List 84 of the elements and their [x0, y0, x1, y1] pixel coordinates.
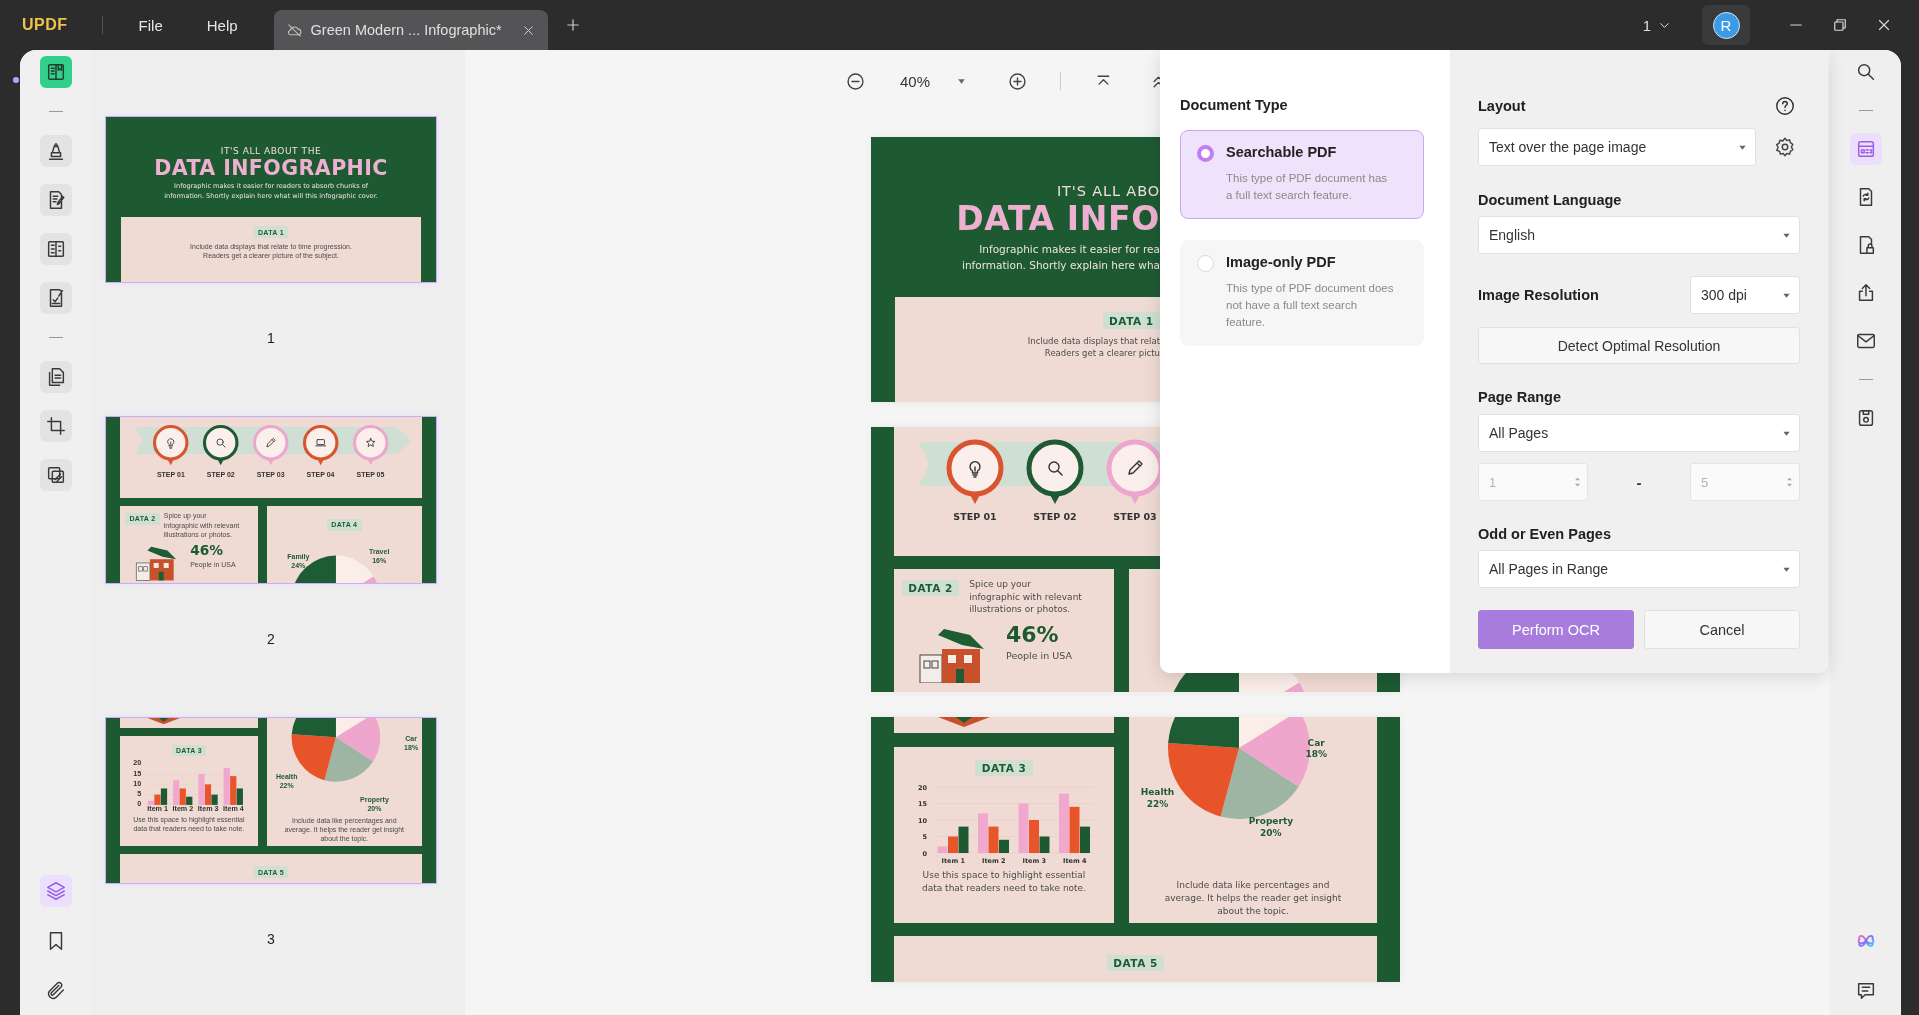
search-icon — [216, 438, 226, 448]
dropdown-field[interactable]: Text over the page image — [1478, 128, 1756, 166]
stat-value: 46% — [1006, 623, 1060, 648]
section-label: Document Type — [1180, 96, 1289, 114]
pie-label: Health 22% — [1140, 787, 1175, 811]
tool-button[interactable] — [40, 56, 72, 88]
stacked-pages-icon — [45, 464, 67, 486]
help-icon[interactable] — [1774, 95, 1796, 117]
step-label: STEP 02 — [1033, 510, 1077, 522]
section-tag: DATA 5 — [1106, 955, 1165, 972]
pdf-page[interactable] — [105, 117, 437, 283]
stat-label: People in USA — [1006, 650, 1072, 661]
range-separator: - — [1636, 473, 1642, 491]
option-description: This type of PDF document does not have a full text search feature. — [1226, 281, 1394, 330]
page-title: DATA INFOGRAPHIC — [154, 157, 388, 180]
restore-icon[interactable] — [1831, 16, 1849, 34]
bulb-icon — [167, 438, 175, 449]
layers-icon — [45, 880, 67, 902]
tool-button[interactable] — [40, 233, 72, 265]
tool-button[interactable] — [40, 361, 72, 393]
field-label: Layout — [1478, 97, 1526, 115]
option-title: Searchable PDF — [1226, 144, 1338, 160]
field-label: Page Range — [1478, 388, 1562, 406]
status-dot — [13, 77, 19, 83]
cancel-button[interactable]: Cancel — [1644, 610, 1800, 649]
zoom-in-icon[interactable] — [1007, 70, 1029, 92]
document-tab[interactable]: Green Modern ... Infographic* — [273, 10, 548, 50]
section-tag: DATA 1 — [1102, 312, 1160, 329]
document-type-option[interactable]: Searchable PDF This type of PDF document has a full text search feature. — [1180, 130, 1424, 219]
window-count[interactable]: 1 — [1642, 16, 1672, 34]
pencil-icon — [266, 438, 276, 448]
page-title: DATA INFO — [956, 202, 1160, 237]
pie-label: Property 20% — [1248, 816, 1294, 840]
section-text: Use this space to highlight essential data that readers need to take note. — [921, 868, 1086, 895]
option-title: Image-only PDF — [1226, 254, 1337, 270]
section-text: Include data like percentages and average. It helps the reader get insight about the topic. — [1164, 878, 1342, 918]
field-label: Image Resolution — [1478, 286, 1599, 304]
pie-label: Car 18% — [1305, 737, 1327, 762]
page-kicker: IT'S ALL ABOUT THE — [220, 145, 322, 157]
search-icon — [1048, 461, 1063, 476]
page-intro: Infographic makes it easier for rea information. Shortly explain here wha — [962, 241, 1160, 273]
app-logo: UPDF — [22, 16, 68, 34]
tool-button[interactable] — [40, 410, 72, 442]
zoom-out-icon[interactable] — [845, 70, 866, 92]
settings-icon[interactable] — [1774, 136, 1796, 158]
dropdown-field[interactable]: English — [1478, 216, 1800, 254]
dropdown-field[interactable]: 300 dpi — [1690, 276, 1800, 314]
pdf-page[interactable] — [105, 717, 437, 884]
page-number: 1 — [267, 330, 275, 347]
tool-button[interactable] — [40, 135, 72, 167]
pencil-icon — [1128, 460, 1143, 475]
tool-button[interactable] — [40, 282, 72, 314]
radio-button[interactable] — [1197, 145, 1214, 162]
detect-resolution-button[interactable]: Detect Optimal Resolution — [1478, 327, 1800, 364]
crop-icon — [45, 415, 67, 437]
page-number: 2 — [267, 630, 275, 647]
menu-item[interactable]: Help — [206, 16, 238, 34]
field-label: Odd or Even Pages — [1478, 525, 1612, 543]
section-text: Spice up your infographic with relevant illustrations or photos. — [969, 578, 1082, 616]
reader-icon — [45, 61, 67, 83]
tool-button[interactable] — [40, 459, 72, 491]
star-icon — [365, 438, 376, 448]
tab-title: Green Modern ... Infographic* — [310, 22, 503, 38]
laptop-icon — [315, 439, 326, 447]
bulb-icon — [969, 461, 981, 478]
section-tag: DATA 2 — [902, 580, 960, 597]
dropdown-field[interactable]: All Pages in Range — [1478, 550, 1800, 588]
paperclip-icon — [45, 980, 67, 1002]
section-text: Include data displays that relat Readers get a clearer pictu — [1027, 334, 1160, 361]
tool-button[interactable] — [40, 184, 72, 216]
step-label: STEP 03 — [1113, 510, 1157, 522]
zoom-select[interactable]: 40% — [900, 72, 968, 90]
stat-value: 46% — [190, 543, 224, 559]
crossed-cloud-icon — [285, 21, 303, 39]
menu-item[interactable]: File — [138, 16, 163, 34]
page-number: 3 — [267, 931, 275, 948]
field-label: Document Language — [1478, 191, 1623, 209]
page-kicker: IT'S ALL ABO — [1056, 183, 1160, 201]
section-tag: DATA 3 — [975, 760, 1033, 777]
step-label: STEP 01 — [953, 510, 997, 522]
form-icon — [45, 238, 67, 260]
option-description: This type of PDF document has a full text search feature. — [1226, 171, 1389, 203]
chart-bar — [1059, 793, 1069, 854]
document-type-option[interactable]: Image-only PDF This type of PDF document does not have a full text search feature. — [1180, 240, 1424, 346]
